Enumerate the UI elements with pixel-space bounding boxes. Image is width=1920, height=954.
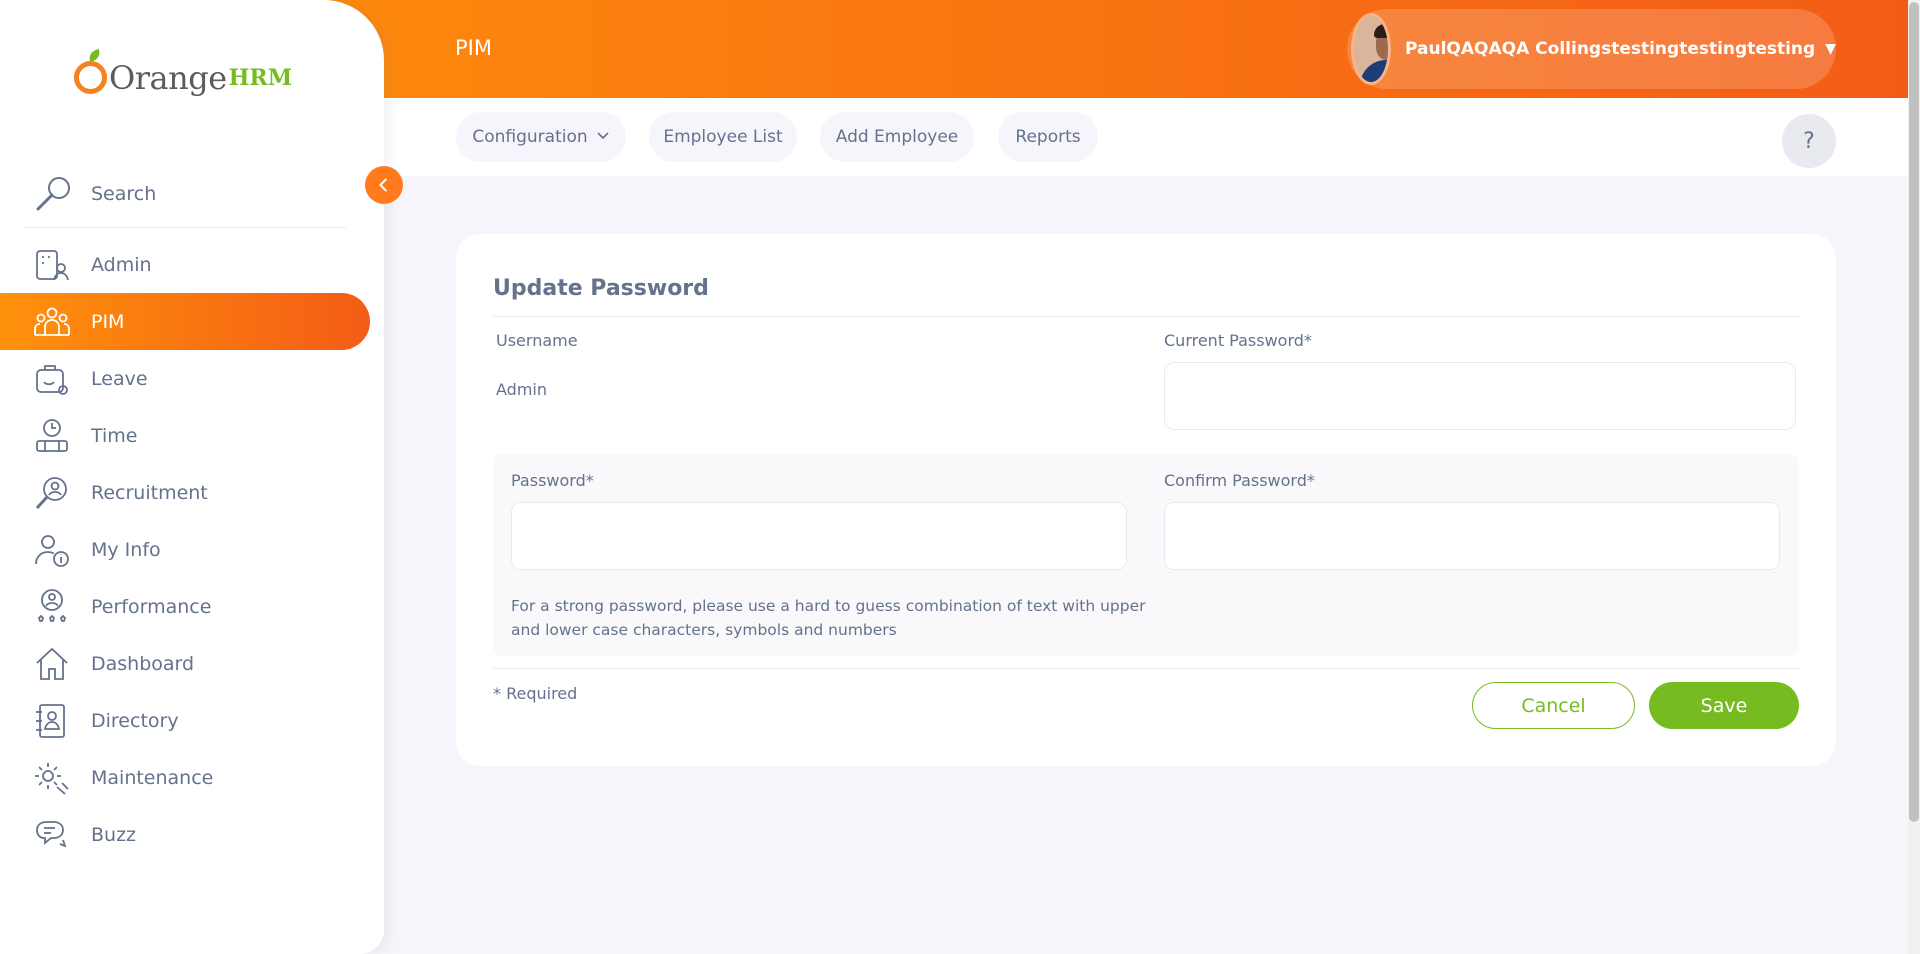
tab-reports[interactable]: Reports bbox=[998, 112, 1098, 162]
search-icon bbox=[33, 173, 75, 215]
sidebar-item-label: PIM bbox=[91, 310, 125, 333]
save-button[interactable]: Save bbox=[1649, 682, 1799, 729]
performance-icon bbox=[33, 588, 71, 626]
sidebar-item-time[interactable]: Time bbox=[0, 407, 370, 464]
confirm-password-input[interactable] bbox=[1164, 502, 1780, 570]
form-title: Update Password bbox=[493, 276, 709, 301]
orange-logo-icon bbox=[74, 61, 107, 94]
divider bbox=[493, 316, 1799, 317]
password-input[interactable] bbox=[511, 502, 1127, 570]
avatar-body bbox=[1360, 60, 1389, 82]
caret-down-icon: ▼ bbox=[1825, 41, 1836, 57]
leave-icon bbox=[33, 360, 71, 398]
user-name: PaulQAQAQA Collingstestingtestingtesting bbox=[1405, 39, 1816, 59]
required-note: * Required bbox=[493, 684, 578, 703]
my-info-icon bbox=[33, 531, 71, 569]
sidebar-item-label: Directory bbox=[91, 709, 179, 732]
sidebar-search-input[interactable] bbox=[91, 182, 311, 205]
sidebar-item-label: Time bbox=[91, 424, 138, 447]
admin-icon bbox=[33, 246, 71, 284]
sidebar-item-pim[interactable]: PIM bbox=[0, 293, 370, 350]
sidebar-item-maintenance[interactable]: Maintenance bbox=[0, 749, 370, 806]
avatar bbox=[1351, 13, 1392, 85]
cancel-button[interactable]: Cancel bbox=[1472, 682, 1635, 729]
sidebar-collapse-button[interactable] bbox=[365, 166, 403, 204]
directory-icon bbox=[33, 702, 71, 740]
tab-label: Employee List bbox=[663, 127, 783, 147]
recruitment-icon bbox=[33, 474, 71, 512]
tab-add-employee[interactable]: Add Employee bbox=[820, 112, 974, 162]
sidebar-item-label: My Info bbox=[91, 538, 161, 561]
time-icon bbox=[33, 417, 71, 455]
sidebar-item-dashboard[interactable]: Dashboard bbox=[0, 635, 370, 692]
sidebar-item-recruitment[interactable]: Recruitment bbox=[0, 464, 370, 521]
avatar-hair bbox=[1374, 24, 1389, 38]
chevron-left-icon bbox=[378, 178, 387, 192]
maintenance-icon bbox=[33, 759, 71, 797]
page-scrollbar-thumb[interactable] bbox=[1909, 2, 1919, 822]
sidebar-search bbox=[24, 160, 346, 228]
dashboard-icon bbox=[33, 645, 71, 683]
sidebar-item-label: Dashboard bbox=[91, 652, 195, 675]
help-icon: ? bbox=[1803, 128, 1815, 154]
sidebar-item-leave[interactable]: Leave bbox=[0, 350, 370, 407]
tab-label: Reports bbox=[1015, 127, 1081, 147]
sidebar-item-label: Leave bbox=[91, 367, 148, 390]
chevron-down-icon bbox=[596, 128, 610, 146]
tab-label: Add Employee bbox=[835, 127, 959, 147]
logo-text: Orange bbox=[109, 59, 227, 97]
logo-suffix: HRM bbox=[228, 65, 293, 91]
sidebar: Orange HRM Admin PIM Le bbox=[0, 0, 384, 954]
sidebar-item-label: Performance bbox=[91, 595, 212, 618]
pim-icon bbox=[33, 303, 71, 341]
sidebar-item-buzz[interactable]: Buzz bbox=[0, 806, 370, 863]
username-value: Admin bbox=[496, 380, 547, 399]
tab-configuration[interactable]: Configuration bbox=[456, 112, 626, 162]
help-button[interactable]: ? bbox=[1782, 114, 1836, 168]
sidebar-item-label: Buzz bbox=[91, 823, 137, 846]
sidebar-item-admin[interactable]: Admin bbox=[0, 236, 370, 293]
sidebar-item-directory[interactable]: Directory bbox=[0, 692, 370, 749]
password-label: Password* bbox=[511, 471, 594, 490]
divider bbox=[493, 668, 1799, 669]
page-title: PIM bbox=[455, 36, 492, 60]
tab-employee-list[interactable]: Employee List bbox=[649, 112, 797, 162]
user-dropdown[interactable]: PaulQAQAQA Collingstestingtestingtesting… bbox=[1347, 9, 1836, 89]
sidebar-item-label: Admin bbox=[91, 253, 152, 276]
current-password-input[interactable] bbox=[1164, 362, 1796, 430]
top-menu: Configuration Employee List Add Employee… bbox=[314, 98, 1910, 176]
tab-label: Configuration bbox=[472, 127, 588, 147]
main-menu: Admin PIM Leave Time Recruitment My Info… bbox=[0, 236, 370, 863]
sidebar-item-performance[interactable]: Performance bbox=[0, 578, 370, 635]
confirm-password-label: Confirm Password* bbox=[1164, 471, 1315, 490]
sidebar-item-my-info[interactable]: My Info bbox=[0, 521, 370, 578]
orangehrm-logo[interactable]: Orange HRM bbox=[74, 46, 292, 96]
buzz-icon bbox=[33, 816, 71, 854]
sidebar-item-label: Recruitment bbox=[91, 481, 208, 504]
password-hint: For a strong password, please use a hard… bbox=[511, 597, 1146, 639]
username-label: Username bbox=[496, 331, 578, 350]
update-password-card: Update Password Username Admin Current P… bbox=[456, 234, 1836, 766]
current-password-label: Current Password* bbox=[1164, 331, 1312, 350]
sidebar-item-label: Maintenance bbox=[91, 766, 214, 789]
